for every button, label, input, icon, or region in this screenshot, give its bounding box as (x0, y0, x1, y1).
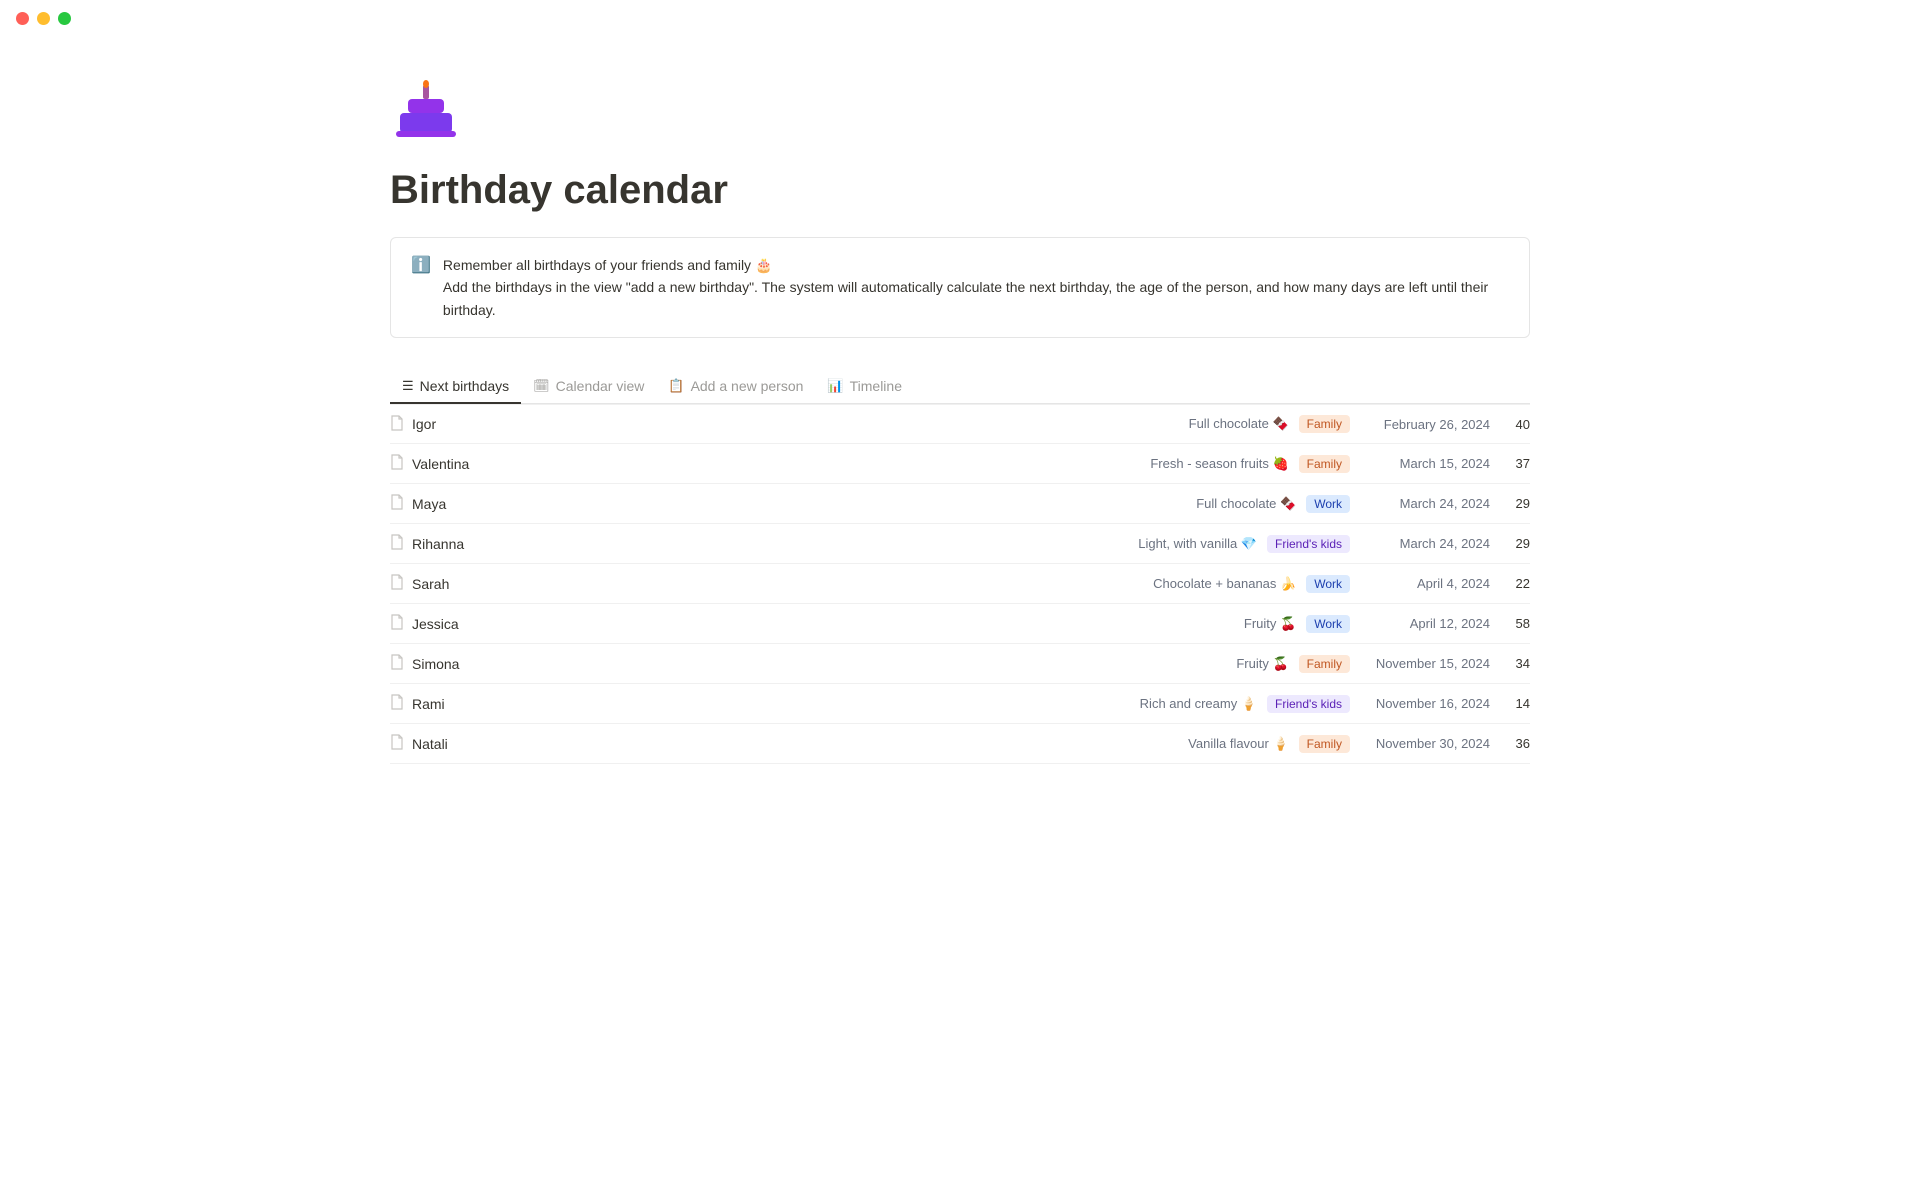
birthday-table: Igor Full chocolate 🍫 Family February 26… (390, 404, 1530, 764)
tab-add-new-person-label: Add a new person (691, 378, 804, 394)
add-person-icon: 📋 (668, 378, 684, 394)
row-name[interactable]: Maya (412, 496, 1196, 512)
row-name[interactable]: Rami (412, 696, 1140, 712)
row-flavor: Fruity 🍒 (1244, 616, 1296, 632)
row-date: November 15, 2024 (1360, 656, 1490, 671)
info-text: Remember all birthdays of your friends a… (443, 254, 1509, 321)
row-tag[interactable]: Family (1299, 415, 1350, 433)
row-flavor: Chocolate + bananas 🍌 (1153, 576, 1296, 592)
row-age: 29 (1500, 536, 1530, 551)
tab-next-birthdays[interactable]: ☰ Next birthdays (390, 370, 521, 404)
row-date: November 16, 2024 (1360, 696, 1490, 711)
table-row: Igor Full chocolate 🍫 Family February 26… (390, 404, 1530, 444)
row-date: March 15, 2024 (1360, 456, 1490, 471)
row-age: 14 (1500, 696, 1530, 711)
row-flavor: Light, with vanilla 💎 (1138, 536, 1257, 552)
row-doc-icon (390, 734, 404, 753)
page-title: Birthday calendar (390, 168, 1530, 213)
row-tag[interactable]: Family (1299, 655, 1350, 673)
tabs-container: ☰ Next birthdays 🗓 Calendar view 📋 Add a… (390, 370, 1530, 404)
table-row: Rihanna Light, with vanilla 💎 Friend's k… (390, 524, 1530, 564)
row-age: 40 (1500, 417, 1530, 432)
row-age: 29 (1500, 496, 1530, 511)
row-flavor: Full chocolate 🍫 (1196, 496, 1296, 512)
row-date: March 24, 2024 (1360, 496, 1490, 511)
row-flavor: Full chocolate 🍫 (1189, 416, 1289, 432)
row-date: March 24, 2024 (1360, 536, 1490, 551)
row-date: April 4, 2024 (1360, 576, 1490, 591)
row-meta: Light, with vanilla 💎 Friend's kids Marc… (1138, 535, 1530, 553)
main-content: Birthday calendar ℹ️ Remember all birthd… (310, 37, 1610, 804)
row-tag[interactable]: Friend's kids (1267, 695, 1350, 713)
row-doc-icon (390, 574, 404, 593)
row-tag[interactable]: Friend's kids (1267, 535, 1350, 553)
row-meta: Fruity 🍒 Work April 12, 2024 58 (1244, 615, 1530, 633)
row-tag[interactable]: Work (1306, 575, 1350, 593)
row-age: 37 (1500, 456, 1530, 471)
row-tag[interactable]: Family (1299, 455, 1350, 473)
tab-timeline-label: Timeline (850, 378, 902, 394)
table-row: Rami Rich and creamy 🍦 Friend's kids Nov… (390, 684, 1530, 724)
row-meta: Fruity 🍒 Family November 15, 2024 34 (1236, 655, 1530, 673)
row-name[interactable]: Rihanna (412, 536, 1138, 552)
row-name[interactable]: Jessica (412, 616, 1244, 632)
row-doc-icon (390, 454, 404, 473)
row-age: 36 (1500, 736, 1530, 751)
tab-add-new-person[interactable]: 📋 Add a new person (656, 370, 815, 404)
table-row: Valentina Fresh - season fruits 🍓 Family… (390, 444, 1530, 484)
row-doc-icon (390, 534, 404, 553)
page-icon (390, 77, 462, 152)
row-age: 58 (1500, 616, 1530, 631)
row-meta: Full chocolate 🍫 Work March 24, 2024 29 (1196, 495, 1530, 513)
row-name[interactable]: Sarah (412, 576, 1153, 592)
table-row: Jessica Fruity 🍒 Work April 12, 2024 58 (390, 604, 1530, 644)
row-meta: Rich and creamy 🍦 Friend's kids November… (1140, 695, 1530, 713)
row-date: November 30, 2024 (1360, 736, 1490, 751)
row-date: February 26, 2024 (1360, 417, 1490, 432)
row-flavor: Rich and creamy 🍦 (1140, 696, 1257, 712)
row-age: 34 (1500, 656, 1530, 671)
calendar-icon: 🗓 (533, 378, 550, 394)
row-tag[interactable]: Work (1306, 495, 1350, 513)
row-tag[interactable]: Family (1299, 735, 1350, 753)
maximize-button[interactable] (58, 12, 71, 25)
minimize-button[interactable] (37, 12, 50, 25)
info-line2: Add the birthdays in the view "add a new… (443, 276, 1509, 321)
table-row: Natali Vanilla flavour 🍦 Family November… (390, 724, 1530, 764)
row-meta: Vanilla flavour 🍦 Family November 30, 20… (1188, 735, 1530, 753)
table-row: Maya Full chocolate 🍫 Work March 24, 202… (390, 484, 1530, 524)
row-doc-icon (390, 654, 404, 673)
row-doc-icon (390, 614, 404, 633)
row-tag[interactable]: Work (1306, 615, 1350, 633)
row-meta: Fresh - season fruits 🍓 Family March 15,… (1150, 455, 1530, 473)
tab-calendar-view[interactable]: 🗓 Calendar view (521, 370, 656, 404)
info-box: ℹ️ Remember all birthdays of your friend… (390, 237, 1530, 338)
row-name[interactable]: Igor (412, 416, 1189, 432)
row-doc-icon (390, 494, 404, 513)
row-meta: Chocolate + bananas 🍌 Work April 4, 2024… (1153, 575, 1530, 593)
timeline-icon: 📊 (827, 378, 843, 394)
table-row: Sarah Chocolate + bananas 🍌 Work April 4… (390, 564, 1530, 604)
close-button[interactable] (16, 12, 29, 25)
info-icon: ℹ️ (411, 255, 431, 275)
list-icon: ☰ (402, 378, 414, 394)
row-flavor: Vanilla flavour 🍦 (1188, 736, 1289, 752)
row-doc-icon (390, 694, 404, 713)
row-age: 22 (1500, 576, 1530, 591)
row-flavor: Fruity 🍒 (1236, 656, 1288, 672)
row-name[interactable]: Simona (412, 656, 1236, 672)
info-line1: Remember all birthdays of your friends a… (443, 254, 1509, 276)
tab-timeline[interactable]: 📊 Timeline (815, 370, 914, 404)
row-meta: Full chocolate 🍫 Family February 26, 202… (1189, 415, 1530, 433)
titlebar (0, 0, 1920, 37)
row-name[interactable]: Natali (412, 736, 1188, 752)
row-date: April 12, 2024 (1360, 616, 1490, 631)
row-name[interactable]: Valentina (412, 456, 1150, 472)
row-flavor: Fresh - season fruits 🍓 (1150, 456, 1288, 472)
row-doc-icon (390, 415, 404, 434)
tab-next-birthdays-label: Next birthdays (420, 378, 509, 394)
tab-calendar-view-label: Calendar view (556, 378, 645, 394)
table-row: Simona Fruity 🍒 Family November 15, 2024… (390, 644, 1530, 684)
